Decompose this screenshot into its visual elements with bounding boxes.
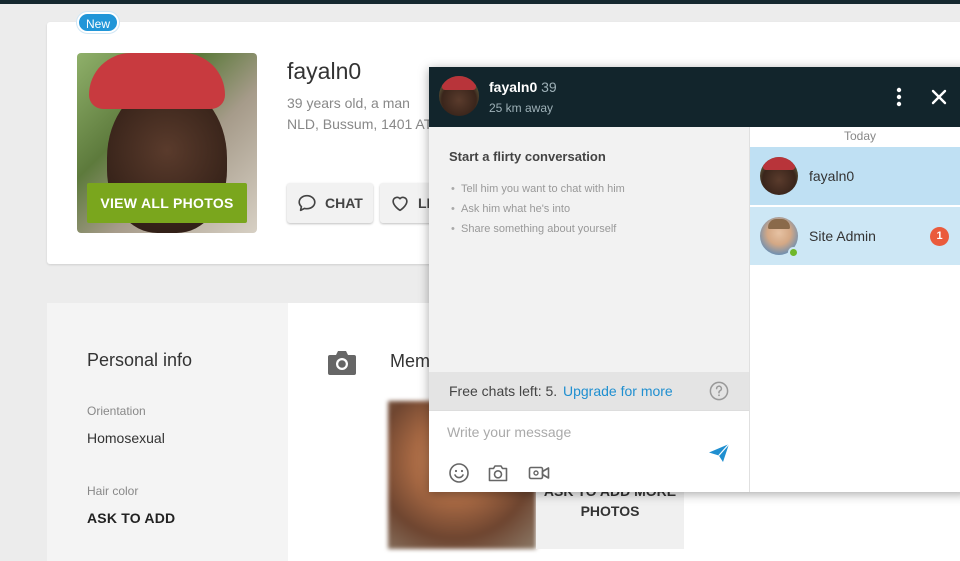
heart-icon (392, 196, 408, 212)
camera-icon (328, 351, 356, 375)
message-compose (429, 410, 749, 492)
chat-bubble-icon (298, 194, 316, 212)
close-icon[interactable] (927, 85, 951, 109)
camera-icon[interactable] (486, 461, 510, 485)
hair-color-label: Hair color (87, 484, 139, 498)
help-icon[interactable] (709, 381, 729, 401)
chat-button[interactable]: CHAT (287, 183, 373, 223)
emoji-icon[interactable] (447, 461, 471, 485)
chat-header-avatar[interactable] (439, 76, 479, 116)
profile-name: fayaln0 (287, 58, 362, 84)
tip-item: Ask him what he's into (449, 199, 625, 219)
tip-item: Tell him you want to chat with him (449, 179, 625, 199)
online-status-dot (788, 247, 799, 258)
contact-name: fayaln0 (809, 168, 855, 184)
orientation-label: Orientation (87, 404, 146, 418)
free-chats-bar: Free chats left: 5. Upgrade for more (429, 372, 749, 410)
orientation-value: Homosexual (87, 430, 165, 446)
new-badge: New (77, 12, 120, 33)
conversation-area: Start a flirty conversation Tell him you… (429, 127, 749, 372)
video-icon[interactable] (527, 461, 551, 485)
view-all-photos-button[interactable]: VIEW ALL PHOTOS (87, 183, 247, 223)
chat-button-label: CHAT (325, 195, 363, 211)
tip-item: Share something about yourself (449, 219, 625, 239)
send-icon[interactable] (707, 441, 731, 465)
chat-header-distance: 25 km away (489, 101, 554, 115)
conversation-prompt-title: Start a flirty conversation (449, 149, 606, 164)
profile-age: 39 years old, a man (287, 95, 410, 111)
chat-header-name[interactable]: fayaln0 39 (489, 79, 557, 95)
chat-header: fayaln0 39 25 km away (429, 67, 960, 127)
chat-header-username: fayaln0 (489, 79, 538, 95)
message-input[interactable] (447, 419, 707, 445)
personal-info-title: Personal info (87, 350, 193, 370)
more-vert-icon[interactable] (887, 85, 911, 109)
free-chats-text: Free chats left: 5. (449, 383, 558, 399)
unread-badge: 1 (930, 227, 949, 246)
contact-item-fayaln0[interactable]: fayaln0 (750, 147, 960, 205)
profile-location: NLD, Bussum, 1401 AT (287, 116, 433, 132)
chat-header-age: 39 (541, 79, 557, 95)
personal-info-panel: Personal info Orientation Homosexual Hai… (47, 303, 288, 561)
profile-photo[interactable]: VIEW ALL PHOTOS (77, 53, 257, 233)
top-bar (0, 0, 960, 4)
date-separator: Today (843, 129, 877, 143)
contacts-list: Today fayaln0 Site Admin 1 (749, 127, 960, 492)
hair-color-ask-link[interactable]: ASK TO ADD (87, 510, 175, 526)
contact-item-site-admin[interactable]: Site Admin 1 (750, 207, 960, 265)
photo-cap (89, 53, 225, 109)
upgrade-link[interactable]: Upgrade for more (563, 372, 673, 410)
conversation-tips: Tell him you want to chat with him Ask h… (449, 179, 625, 239)
avatar (760, 157, 798, 195)
chat-window: fayaln0 39 25 km away Start a flirty con… (429, 67, 960, 492)
contact-name: Site Admin (809, 228, 876, 244)
